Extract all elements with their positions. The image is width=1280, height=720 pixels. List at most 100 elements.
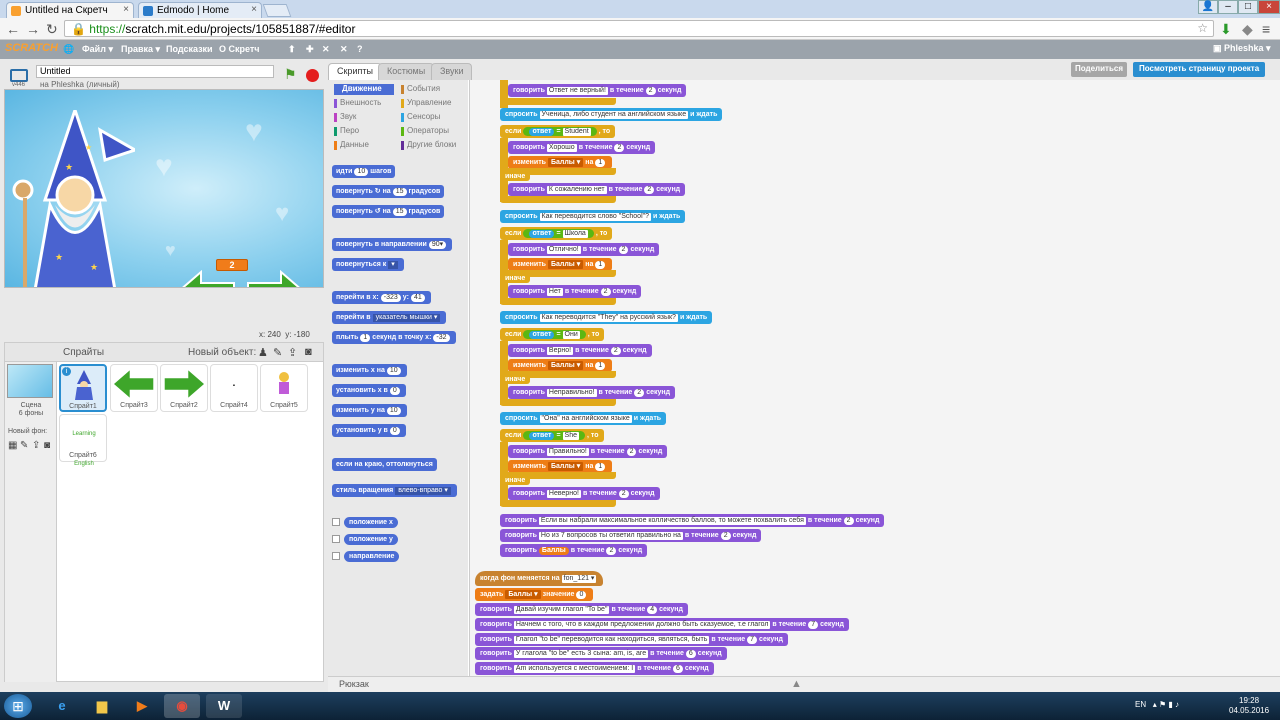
if-else-block[interactable]: если ответ = Student, то <box>500 125 616 138</box>
if-else-block[interactable]: если ответ = Они, то <box>500 328 605 341</box>
set-variable-block[interactable]: задать Баллы ▾ значение 0 <box>475 588 594 601</box>
ask-block[interactable]: спросить Как переводится слово "School"? и… <box>500 210 686 223</box>
back-icon[interactable]: ← <box>6 21 20 37</box>
reload-icon[interactable]: ↻ <box>46 21 58 38</box>
say-block[interactable]: говорить У глагола "to be" есть 3 сына: a… <box>475 647 727 660</box>
help-icon[interactable]: ? <box>357 44 363 54</box>
category-9[interactable]: Другие блоки <box>401 140 465 151</box>
go-to-block[interactable]: перейти в указатель мышки ▾ <box>332 311 447 324</box>
say-block[interactable]: говорить Глагол "to be" переводится как н… <box>475 633 788 646</box>
user-icon[interactable]: 👤 <box>1198 0 1218 14</box>
say-block[interactable]: говорить Неверно! в течение 2 секунд <box>508 487 660 500</box>
category-4[interactable]: Звук <box>334 112 394 123</box>
change-x-block[interactable]: изменить х на 10 <box>332 364 407 377</box>
new-tab-button[interactable] <box>262 4 292 17</box>
shield-icon[interactable]: ◆ <box>1242 21 1253 38</box>
point-towards-block[interactable]: повернуться к ▾ <box>332 258 404 271</box>
backdrop-switch-hat-block[interactable]: когда фон меняется на fon_121 ▾ <box>475 571 604 586</box>
category-0[interactable]: Движение <box>334 84 394 95</box>
say-block[interactable]: говорить Начнем с того, что в каждом пред… <box>475 618 849 631</box>
category-6[interactable]: Перо <box>334 126 394 137</box>
sprite-thumb[interactable]: i Спрайт1 <box>59 364 107 412</box>
scratch-logo[interactable]: SCRATCH <box>5 42 58 54</box>
upload-icon[interactable]: ⇪ <box>288 346 297 359</box>
upload-backdrop-icon[interactable]: ⇪ <box>32 440 40 451</box>
say-block[interactable]: говорить Если вы набрали максимальное кол… <box>500 514 885 527</box>
rotation-style-block[interactable]: стиль вращения влево-вправо ▾ <box>332 484 457 497</box>
maximize-button[interactable]: □ <box>1238 0 1258 14</box>
equals-operator[interactable]: ответ = Школа <box>523 229 594 238</box>
scene-thumbnail[interactable] <box>7 364 53 398</box>
green-flag-icon[interactable]: ⚑ <box>284 66 297 83</box>
sprite-thumb[interactable]: Спрайт5 <box>260 364 308 412</box>
category-3[interactable]: Управление <box>401 98 465 109</box>
category-7[interactable]: Операторы <box>401 126 465 137</box>
internet-explorer-icon[interactable]: e <box>44 694 80 718</box>
turn-right-block[interactable]: повернуть ↻ на 15 градусов <box>332 185 445 198</box>
equals-operator[interactable]: ответ = Student <box>523 127 597 136</box>
ask-block[interactable]: спросить "Она" на английском языке и ждать <box>500 412 667 425</box>
backpack-toggle-icon[interactable]: ▲ <box>791 678 802 690</box>
wizard-sprite[interactable]: ★ ★ ★ ★ <box>5 110 135 288</box>
say-block[interactable]: говорить Ответ не верный! в течение 2 секунд <box>508 84 687 97</box>
change-y-block[interactable]: изменить у на 10 <box>332 404 407 417</box>
share-button[interactable]: Поделиться <box>1071 62 1128 77</box>
right-arrow-sprite[interactable] <box>247 270 303 288</box>
sprite-thumb[interactable]: · Спрайт4 <box>210 364 258 412</box>
backpack-bar[interactable]: Рюкзак ▲ <box>328 676 1280 692</box>
category-1[interactable]: События <box>401 84 465 95</box>
script-area[interactable]: говорить Ответ не верный! в течение 2 секунд… <box>469 80 1280 692</box>
go-to-xy-block[interactable]: перейти в x: -323 y: 41 <box>332 291 431 304</box>
if-else-block[interactable]: если ответ = Школа, то <box>500 227 613 240</box>
shrink-icon[interactable]: ✕ <box>340 44 348 55</box>
paint-brush-icon[interactable]: ✎ <box>273 346 282 359</box>
clock[interactable]: 19:28 04.05.2016 <box>1229 696 1269 716</box>
say-block[interactable]: говорить К сожалению нет в течение 2 секунд <box>508 183 686 196</box>
delete-icon[interactable]: ✚ <box>306 44 314 55</box>
camera-icon[interactable]: ◙ <box>305 346 312 358</box>
sprite-thumb[interactable]: Learning English Спрайт6 <box>59 414 107 467</box>
media-player-icon[interactable]: ▶ <box>124 694 160 718</box>
ask-block[interactable]: спросить Ученица, либо студент на английс… <box>500 108 723 121</box>
paint-backdrop-icon[interactable]: ✎ <box>20 440 28 451</box>
start-button[interactable]: ⊞ <box>4 694 32 718</box>
y-position-reporter[interactable]: положение y <box>344 534 398 545</box>
menu-edit[interactable]: Правка ▾ <box>121 44 160 55</box>
tab-costumes[interactable]: Костюмы <box>378 63 435 80</box>
stage-canvas[interactable]: ♥ ♥ ♥ ♥ ★ ★ ★ ★ 2 <box>4 89 324 288</box>
close-tab-icon[interactable]: × <box>251 4 257 15</box>
backdrop-library-icon[interactable]: ▦ <box>8 440 17 451</box>
set-y-block[interactable]: установить у в0 <box>332 424 406 437</box>
category-8[interactable]: Данные <box>334 140 394 151</box>
chrome-icon[interactable]: ◉ <box>164 694 200 718</box>
file-explorer-icon[interactable]: ▆ <box>84 694 120 718</box>
bounce-block[interactable]: если на краю, оттолкнуться <box>332 458 437 471</box>
say-block[interactable]: говорить Нет в течение 2 секунд <box>508 285 642 298</box>
say-block[interactable]: говорить Am используется с местоимением: … <box>475 662 714 675</box>
see-project-page-button[interactable]: Посмотреть страницу проекта <box>1133 62 1266 77</box>
project-title-input[interactable]: Untitled <box>36 65 274 78</box>
turn-left-block[interactable]: повернуть ↺ на 15 градусов <box>332 205 445 218</box>
move-block[interactable]: идти 10 шагов <box>332 165 396 178</box>
left-arrow-sprite[interactable] <box>179 270 235 288</box>
browser-tab-edmodo[interactable]: Edmodo | Home × <box>138 2 262 18</box>
say-block[interactable]: говорить Неправильно! в течение 2 секунд <box>508 386 676 399</box>
language-indicator[interactable]: EN <box>1135 700 1146 709</box>
ask-block[interactable]: спросить Как переводится "They" на русски… <box>500 311 713 324</box>
close-tab-icon[interactable]: × <box>123 4 129 15</box>
point-direction-block[interactable]: повернуть в направлении 90▾ <box>332 238 453 251</box>
equals-operator[interactable]: ответ = She <box>523 431 585 440</box>
say-block[interactable]: говорить Отлично! в течение 2 секунд <box>508 243 660 256</box>
tab-scripts[interactable]: Скрипты <box>328 63 382 80</box>
checkbox-x[interactable] <box>332 518 340 526</box>
sprite-library-icon[interactable]: ♟ <box>258 346 268 359</box>
direction-reporter[interactable]: направление <box>344 551 400 562</box>
user-menu[interactable]: ▣ Phleshka ▾ <box>1213 43 1271 54</box>
address-bar[interactable]: 🔒 https://scratch.mit.edu/projects/10585… <box>64 20 1214 37</box>
menu-file[interactable]: Файл ▾ <box>82 44 113 55</box>
tab-sounds[interactable]: Звуки <box>431 63 473 80</box>
checkbox-direction[interactable] <box>332 552 340 560</box>
sprite-thumb[interactable]: Спрайт3 <box>110 364 158 412</box>
menu-tips[interactable]: Подсказки <box>166 44 213 54</box>
say-block[interactable]: говорить Хорошо в течение 2 секунд <box>508 141 656 154</box>
